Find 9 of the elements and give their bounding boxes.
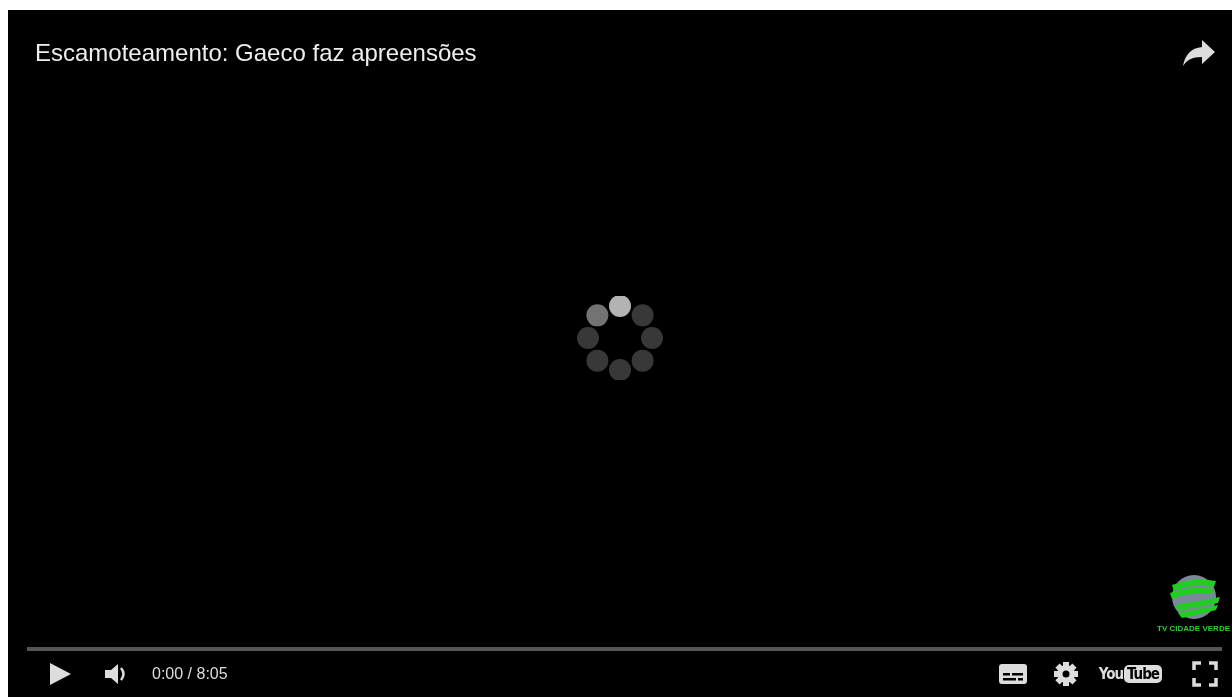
video-title[interactable]: Escamoteamento: Gaeco faz apreensões bbox=[35, 39, 477, 67]
fullscreen-icon[interactable] bbox=[1192, 661, 1218, 687]
progress-track[interactable] bbox=[27, 647, 1222, 651]
subtitles-icon[interactable] bbox=[997, 662, 1028, 686]
share-icon[interactable] bbox=[1182, 38, 1216, 68]
settings-icon[interactable] bbox=[1052, 661, 1079, 687]
time-display: 0:00 / 8:05 bbox=[152, 665, 228, 683]
play-button[interactable] bbox=[48, 662, 72, 686]
channel-caption: TV CIDADE VERDE bbox=[1157, 624, 1230, 633]
